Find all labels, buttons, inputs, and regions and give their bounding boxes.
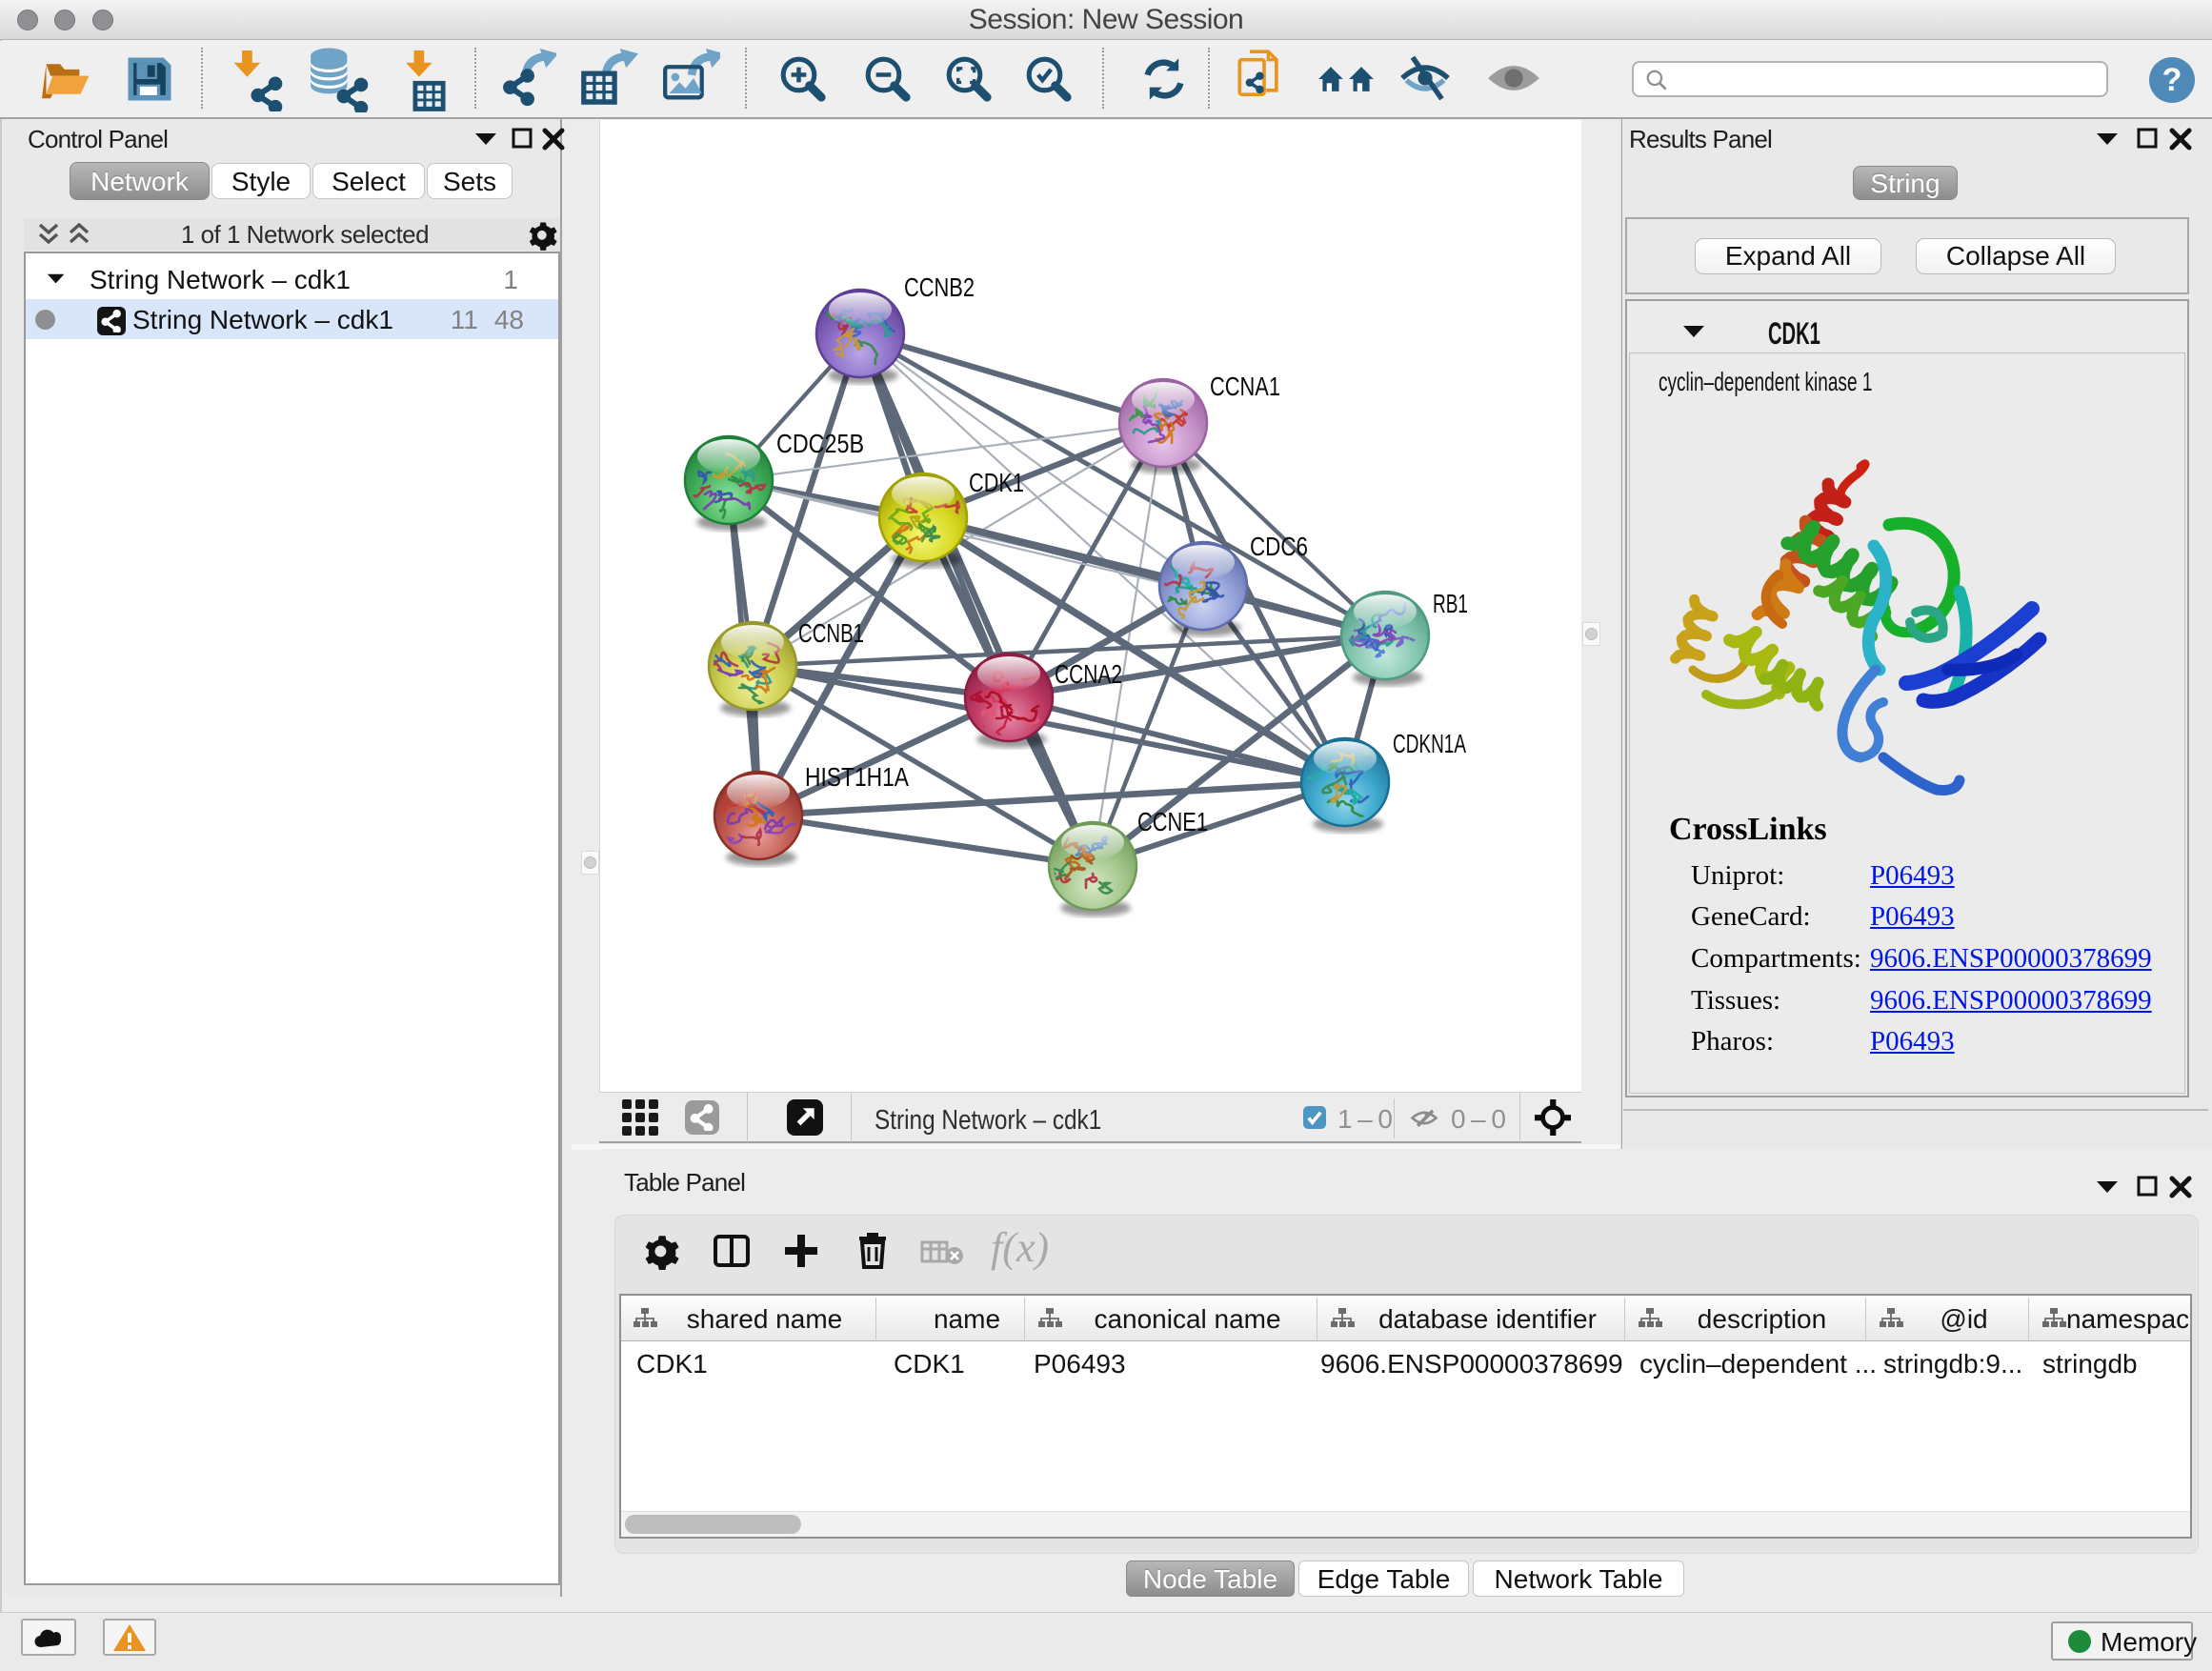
svg-text:CCNE1: CCNE1: [1137, 807, 1208, 836]
svg-text:CDK1: CDK1: [969, 468, 1024, 497]
svg-text:CDC6: CDC6: [1250, 532, 1308, 561]
svg-text:CCNB2: CCNB2: [904, 272, 975, 302]
svg-text:CCNA2: CCNA2: [1055, 659, 1122, 689]
svg-text:CDC25B: CDC25B: [776, 429, 864, 458]
svg-text:CDKN1A: CDKN1A: [1393, 729, 1466, 758]
svg-text:CCNA1: CCNA1: [1210, 372, 1280, 401]
svg-text:CCNB1: CCNB1: [798, 618, 864, 648]
svg-text:HIST1H1A: HIST1H1A: [805, 762, 909, 792]
svg-text:RB1: RB1: [1433, 589, 1468, 618]
